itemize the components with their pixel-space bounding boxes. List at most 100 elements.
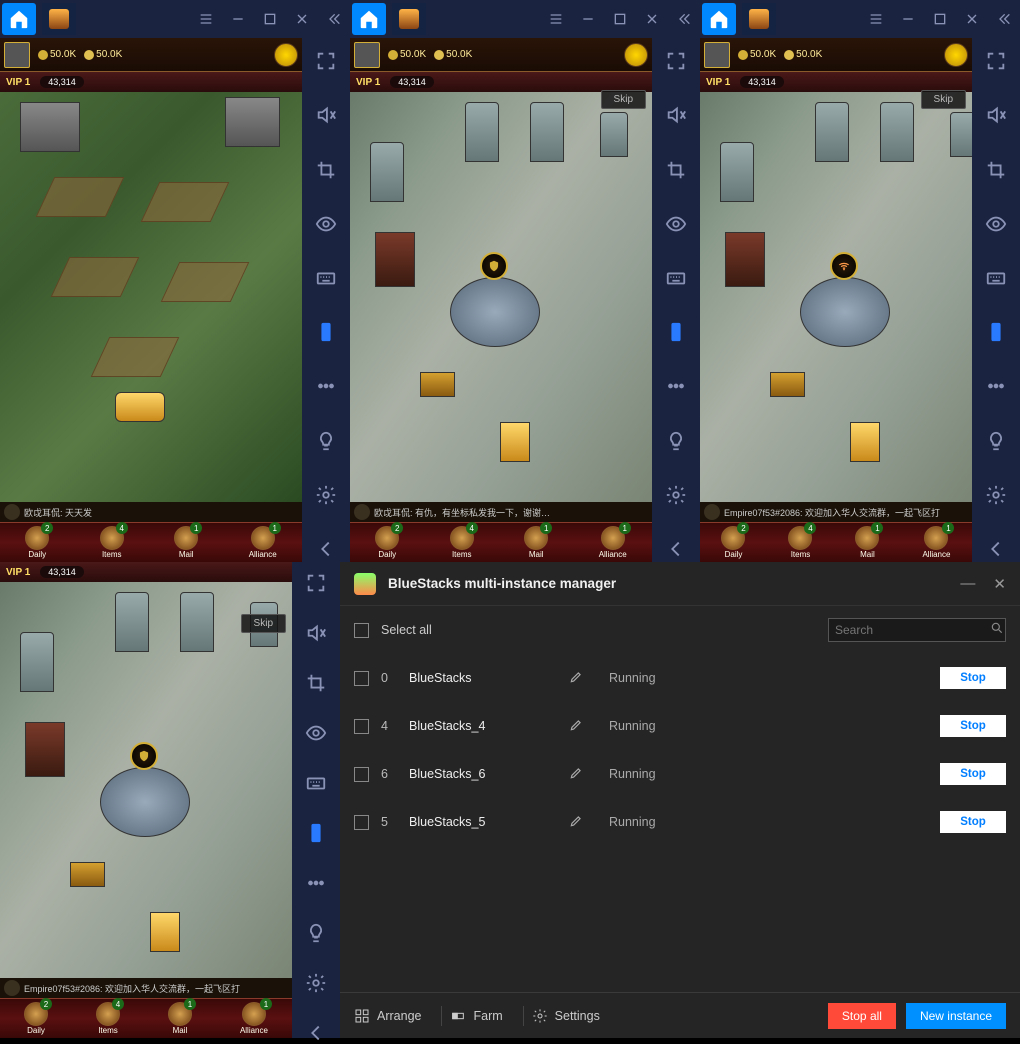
mute-button[interactable] <box>302 622 330 644</box>
settings-button[interactable] <box>662 482 690 508</box>
hud-alliance-button[interactable]: 1 Alliance <box>599 526 627 559</box>
more-button[interactable] <box>312 373 340 399</box>
minimize-button[interactable] <box>572 0 604 38</box>
rotate-button[interactable] <box>662 319 690 345</box>
menu-button[interactable] <box>860 0 892 38</box>
hud-daily-button[interactable]: 2 Daily <box>375 526 399 559</box>
hud-alliance-button[interactable]: 1 Alliance <box>240 1002 268 1035</box>
eye-button[interactable] <box>312 211 340 237</box>
game-map-city[interactable] <box>700 92 972 502</box>
row-checkbox[interactable] <box>354 767 369 782</box>
chat-bar[interactable]: Empire07f53#2086: 欢迎加入华人交流群，一起飞区打 <box>700 502 972 522</box>
stop-button[interactable]: Stop <box>940 763 1006 785</box>
rotate-button[interactable] <box>982 319 1010 345</box>
hud-mail-button[interactable]: 1 Mail <box>524 526 548 559</box>
mute-button[interactable] <box>662 102 690 128</box>
home-tab[interactable] <box>2 3 36 35</box>
hud-alliance-button[interactable]: 1 Alliance <box>249 526 277 559</box>
settings-button[interactable] <box>302 972 330 994</box>
skip-button[interactable]: Skip <box>921 90 966 109</box>
stop-all-button[interactable]: Stop all <box>828 1003 896 1029</box>
stop-button[interactable]: Stop <box>940 811 1006 833</box>
game-map[interactable] <box>700 92 972 502</box>
fullscreen-button[interactable] <box>312 48 340 74</box>
mute-button[interactable] <box>312 102 340 128</box>
game-tab[interactable] <box>392 3 426 35</box>
skip-button[interactable]: Skip <box>601 90 646 109</box>
home-tab[interactable] <box>702 3 736 35</box>
tips-button[interactable] <box>302 922 330 944</box>
center-badge-icon[interactable] <box>480 252 508 280</box>
game-map-grass[interactable] <box>0 92 302 502</box>
more-button[interactable] <box>662 373 690 399</box>
coin-button[interactable] <box>274 43 298 67</box>
more-button[interactable] <box>302 872 330 894</box>
back-button[interactable] <box>982 536 1010 562</box>
skip-button[interactable]: Skip <box>241 614 286 633</box>
hud-mail-button[interactable]: 1 Mail <box>855 526 879 559</box>
hud-alliance-button[interactable]: 1 Alliance <box>922 526 950 559</box>
game-map[interactable] <box>0 582 292 978</box>
maximize-button[interactable] <box>254 0 286 38</box>
rename-button[interactable] <box>569 670 609 687</box>
player-avatar[interactable] <box>354 42 380 68</box>
hud-mail-button[interactable]: 1 Mail <box>168 1002 192 1035</box>
back-button[interactable] <box>302 1022 330 1044</box>
hud-items-button[interactable]: 4 Items <box>100 526 124 559</box>
hud-daily-button[interactable]: 2 Daily <box>721 526 745 559</box>
eye-button[interactable] <box>662 211 690 237</box>
menu-button[interactable] <box>540 0 572 38</box>
tips-button[interactable] <box>662 427 690 453</box>
collapse-sidebar-button[interactable] <box>988 0 1020 38</box>
crop-button[interactable] <box>982 156 1010 182</box>
player-avatar[interactable] <box>4 42 30 68</box>
search-input[interactable] <box>835 623 990 637</box>
collapse-sidebar-button[interactable] <box>668 0 700 38</box>
eye-button[interactable] <box>302 722 330 744</box>
rotate-button[interactable] <box>302 822 330 844</box>
crop-button[interactable] <box>312 156 340 182</box>
back-button[interactable] <box>662 536 690 562</box>
hud-items-button[interactable]: 4 Items <box>450 526 474 559</box>
maximize-button[interactable] <box>604 0 636 38</box>
center-badge-icon[interactable] <box>130 742 158 770</box>
keyboard-button[interactable] <box>982 265 1010 291</box>
row-checkbox[interactable] <box>354 815 369 830</box>
fullscreen-button[interactable] <box>662 48 690 74</box>
row-checkbox[interactable] <box>354 671 369 686</box>
settings-button[interactable] <box>982 482 1010 508</box>
collapse-sidebar-button[interactable] <box>318 0 350 38</box>
coin-button[interactable] <box>624 43 648 67</box>
keyboard-button[interactable] <box>312 265 340 291</box>
home-tab[interactable] <box>352 3 386 35</box>
tips-button[interactable] <box>312 427 340 453</box>
hud-items-button[interactable]: 4 Items <box>96 1002 120 1035</box>
game-map[interactable] <box>350 92 652 502</box>
eye-button[interactable] <box>982 211 1010 237</box>
hud-items-button[interactable]: 4 Items <box>788 526 812 559</box>
manager-close-button[interactable]: ✕ <box>993 575 1006 593</box>
minimize-button[interactable] <box>222 0 254 38</box>
hud-daily-button[interactable]: 2 Daily <box>25 526 49 559</box>
rename-button[interactable] <box>569 814 609 831</box>
mute-button[interactable] <box>982 102 1010 128</box>
farm-button[interactable]: Farm <box>450 1008 502 1024</box>
more-button[interactable] <box>982 373 1010 399</box>
search-box[interactable] <box>828 618 1006 642</box>
game-map-city[interactable] <box>0 582 292 978</box>
chat-bar[interactable]: 欧戉耳侃: 天天发 <box>0 502 302 522</box>
rename-button[interactable] <box>569 766 609 783</box>
stop-button[interactable]: Stop <box>940 667 1006 689</box>
player-avatar[interactable] <box>704 42 730 68</box>
manager-minimize-button[interactable]: — <box>960 575 975 593</box>
back-button[interactable] <box>312 536 340 562</box>
close-button[interactable] <box>286 0 318 38</box>
keyboard-button[interactable] <box>662 265 690 291</box>
fullscreen-button[interactable] <box>302 572 330 594</box>
game-map-city[interactable] <box>350 92 652 502</box>
arrange-button[interactable]: Arrange <box>354 1008 421 1024</box>
crop-button[interactable] <box>662 156 690 182</box>
keyboard-button[interactable] <box>302 772 330 794</box>
maximize-button[interactable] <box>924 0 956 38</box>
settings-button[interactable] <box>312 482 340 508</box>
